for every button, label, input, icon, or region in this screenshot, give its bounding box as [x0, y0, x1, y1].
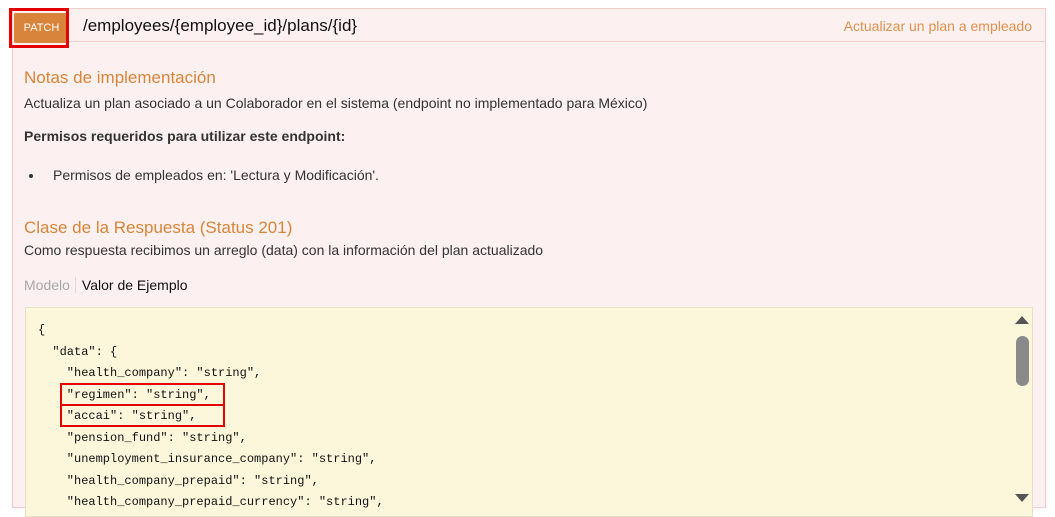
- endpoint-panel: PATCH /employees/{employee_id}/plans/{id…: [9, 8, 1046, 517]
- accai-highlight-box: [60, 404, 225, 427]
- endpoint-heading[interactable]: PATCH /employees/{employee_id}/plans/{id…: [9, 8, 1045, 48]
- vertical-scrollbar[interactable]: [1012, 308, 1032, 516]
- response-class-title: Clase de la Respuesta (Status 201): [24, 218, 293, 237]
- permission-item: Permisos de empleados en: 'Lectura y Mod…: [44, 167, 379, 183]
- code-line: "pension_fund": "string",: [38, 430, 247, 445]
- code-line: {: [38, 323, 46, 337]
- tab-example-value[interactable]: Valor de Ejemplo: [76, 277, 188, 293]
- permissions-list: Permisos de empleados en: 'Lectura y Mod…: [24, 167, 379, 183]
- code-line: "health_company_prepaid": "string",: [38, 473, 319, 488]
- regimen-highlight-box: [60, 383, 225, 406]
- permissions-title: Permisos requeridos para utilizar este e…: [24, 128, 346, 144]
- implementation-description: Actualiza un plan asociado a un Colabora…: [24, 95, 648, 111]
- response-tabs: Modelo Valor de Ejemplo: [24, 277, 188, 293]
- code-line: "health_company_prepaid_currency": "stri…: [38, 495, 384, 509]
- method-highlight-box: [9, 8, 69, 48]
- code-line: "unemployment_insurance_company": "strin…: [38, 452, 377, 466]
- response-description: Como respuesta recibimos un arreglo (dat…: [24, 242, 544, 258]
- scroll-up-arrow-icon[interactable]: [1015, 316, 1029, 324]
- code-line: "data": {: [38, 344, 118, 359]
- implementation-notes-title: Notas de implementación: [24, 68, 216, 87]
- endpoint-summary-link[interactable]: Actualizar un plan a empleado: [844, 18, 1032, 34]
- scrollbar-thumb[interactable]: [1016, 336, 1029, 386]
- example-code-block[interactable]: { "data": { "health_company": "string", …: [25, 307, 1033, 517]
- code-line: "health_company": "string",: [38, 366, 262, 380]
- scroll-down-arrow-icon[interactable]: [1015, 494, 1029, 502]
- endpoint-path[interactable]: /employees/{employee_id}/plans/{id}: [83, 16, 357, 36]
- tab-model[interactable]: Modelo: [24, 277, 76, 293]
